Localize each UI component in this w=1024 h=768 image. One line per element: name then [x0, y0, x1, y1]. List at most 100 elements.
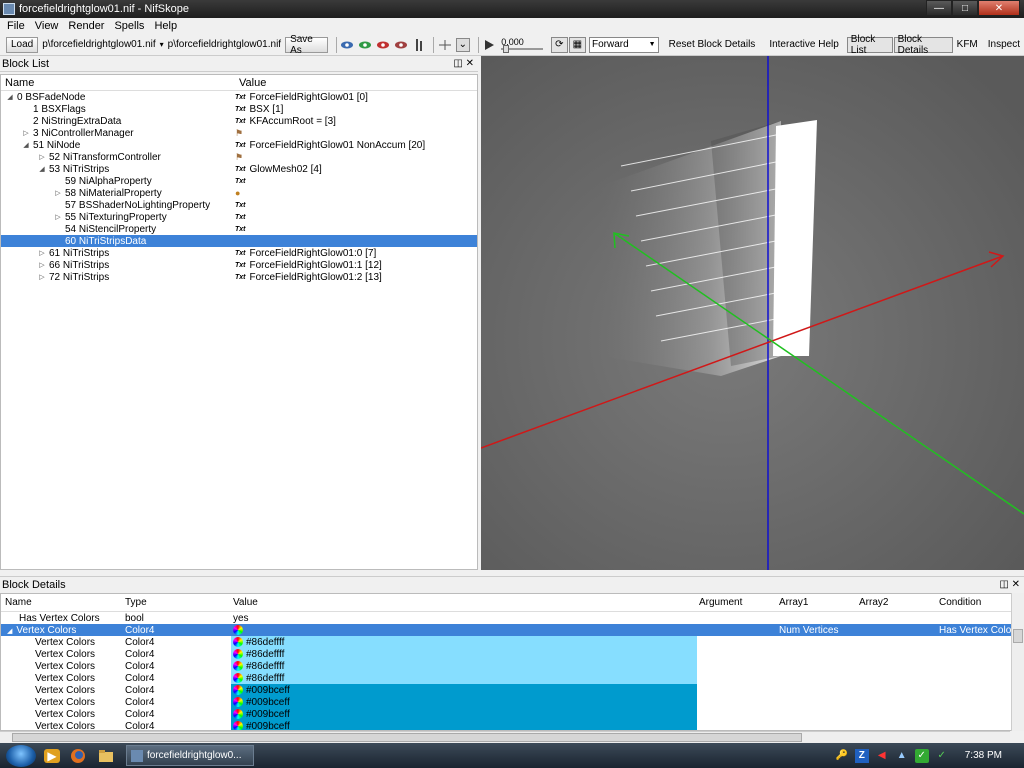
clock[interactable]: 7:38 PM — [965, 750, 1002, 761]
tree-row[interactable]: 54 NiStencilProperty Txt — [1, 223, 477, 235]
minimize-button[interactable]: — — [926, 0, 952, 16]
column-value[interactable]: Value — [231, 597, 697, 609]
color-wheel-icon[interactable] — [233, 661, 243, 671]
collapsed-arrow-icon[interactable]: ▷ — [37, 261, 47, 269]
color-wheel-icon[interactable] — [233, 721, 243, 730]
details-row[interactable]: Vertex Colors Color4 #009bceff — [1, 696, 1023, 708]
inspect-button[interactable]: Inspect — [988, 39, 1020, 50]
details-row[interactable]: Vertex Colors Color4 #86deffff — [1, 660, 1023, 672]
anim-mode-select[interactable]: Forward ▼ — [589, 36, 659, 53]
tree-row[interactable]: ◢ 0 BSFadeNode Txt ForceFieldRightGlow01 [0… — [1, 91, 477, 103]
block-details-table[interactable]: Name Type Value Argument Array1 Array2 C… — [0, 593, 1024, 731]
tree-row[interactable]: ◢ 51 NiNode Txt ForceFieldRightGlow01 NonAc… — [1, 139, 477, 151]
loop-icon[interactable]: ⟳ — [551, 36, 568, 53]
tree-row[interactable]: 57 BSShaderNoLightingProperty Txt — [1, 199, 477, 211]
media-player-icon[interactable]: ▶ — [44, 748, 60, 763]
color-wheel-icon[interactable] — [233, 709, 243, 719]
color-wheel-icon[interactable] — [233, 649, 243, 659]
load-button[interactable]: Load — [6, 36, 39, 53]
details-row-value[interactable]: yes — [231, 612, 697, 624]
folder-icon[interactable] — [96, 747, 116, 765]
time-slider[interactable]: 0.000 — [499, 37, 545, 53]
axis-center-icon[interactable] — [438, 38, 452, 52]
details-row[interactable]: Vertex Colors Color4 #86deffff — [1, 636, 1023, 648]
menu-help[interactable]: Help — [149, 20, 182, 32]
expanded-arrow-icon[interactable]: ◢ — [21, 141, 31, 149]
details-row[interactable]: Vertex Colors Color4 #009bceff — [1, 684, 1023, 696]
details-row[interactable]: ◢ Vertex Colors Color4 Num Vertices Has Vert… — [1, 624, 1023, 636]
details-row-value[interactable]: #009bceff — [231, 720, 697, 730]
render-viewport[interactable] — [481, 56, 1024, 570]
collapsed-arrow-icon[interactable]: ▷ — [37, 153, 47, 161]
color-wheel-icon[interactable] — [233, 625, 243, 635]
kfm-button[interactable]: KFM — [957, 39, 978, 50]
shield-check-icon[interactable]: ✓ — [935, 749, 949, 763]
tree-row[interactable]: ▷ 66 NiTriStrips Txt ForceFieldRightGlow01:… — [1, 259, 477, 271]
scroll-thumb[interactable] — [12, 733, 802, 742]
view-user-icon[interactable] — [394, 38, 408, 52]
menu-view[interactable]: View — [30, 20, 64, 32]
view-top-icon[interactable] — [340, 38, 354, 52]
column-name[interactable]: Name — [1, 597, 123, 608]
view-side-icon[interactable] — [376, 38, 390, 52]
z-app-icon[interactable]: Z — [854, 748, 869, 763]
collapsed-arrow-icon[interactable]: ▷ — [53, 213, 63, 221]
collapsed-arrow-icon[interactable]: ▷ — [21, 129, 31, 137]
tree-row[interactable]: ◢ 53 NiTriStrips Txt GlowMesh02 [4] — [1, 163, 477, 175]
tree-row[interactable]: ▷ 52 NiTransformController ⚑ — [1, 151, 477, 163]
column-array2[interactable]: Array2 — [857, 597, 937, 608]
tree-row[interactable]: 59 NiAlphaProperty Txt — [1, 175, 477, 187]
tree-row[interactable]: 2 NiStringExtraData Txt KFAccumRoot = [3] — [1, 115, 477, 127]
menu-file[interactable]: File — [2, 20, 30, 32]
color-wheel-icon[interactable] — [233, 673, 243, 683]
details-row[interactable]: Vertex Colors Color4 #86deffff — [1, 648, 1023, 660]
interactive-help-button[interactable]: Interactive Help — [769, 39, 838, 50]
walk-icon[interactable] — [412, 38, 424, 52]
start-button[interactable] — [6, 744, 36, 767]
key-icon[interactable]: 🔑 — [835, 749, 849, 763]
color-wheel-icon[interactable] — [233, 697, 243, 707]
color-wheel-icon[interactable] — [233, 637, 243, 647]
menu-render[interactable]: Render — [63, 20, 109, 32]
details-row-value[interactable]: #86deffff — [231, 660, 697, 672]
details-horizontal-scrollbar[interactable] — [0, 731, 1010, 743]
tree-row[interactable]: 1 BSXFlags Txt BSX [1] — [1, 103, 477, 115]
details-row[interactable]: Vertex Colors Color4 #86deffff — [1, 672, 1023, 684]
details-row-value[interactable] — [231, 624, 697, 636]
column-name[interactable]: Name — [1, 77, 235, 89]
collapsed-arrow-icon[interactable]: ▷ — [53, 189, 63, 197]
block-details-toggle[interactable]: Block Details — [893, 34, 953, 56]
column-type[interactable]: Type — [123, 597, 231, 608]
tree-row[interactable]: ▷ 55 NiTexturingProperty Txt — [1, 211, 477, 223]
scroll-thumb[interactable] — [1013, 629, 1023, 643]
details-vertical-scrollbar[interactable] — [1011, 593, 1024, 731]
maximize-button[interactable]: □ — [952, 0, 978, 16]
expanded-arrow-icon[interactable]: ◢ — [5, 93, 15, 101]
reset-block-details-button[interactable]: Reset Block Details — [669, 39, 756, 50]
details-row-value[interactable]: #009bceff — [231, 684, 697, 696]
slider-handle[interactable] — [503, 44, 510, 53]
tree-row[interactable]: ▷ 61 NiTriStrips Txt ForceFieldRightGlow01:… — [1, 247, 477, 259]
volume-icon[interactable]: ◀ — [875, 749, 889, 763]
details-row[interactable]: Has Vertex Colors bool yes — [1, 612, 1023, 624]
details-row-value[interactable]: #009bceff — [231, 696, 697, 708]
collapsed-arrow-icon[interactable]: ▷ — [37, 273, 47, 281]
details-row-value[interactable]: #86deffff — [231, 672, 697, 684]
details-row-value[interactable]: #009bceff — [231, 708, 697, 720]
tree-row[interactable]: ▷ 72 NiTriStrips Txt ForceFieldRightGlow01:… — [1, 271, 477, 283]
tree-row[interactable]: 60 NiTriStripsData — [1, 235, 477, 247]
save-path-field[interactable]: p\forcefieldrightglow01.nif — [168, 39, 281, 50]
update-icon[interactable]: ✓ — [914, 748, 929, 763]
firefox-icon[interactable] — [68, 747, 88, 765]
column-condition[interactable]: Condition — [937, 597, 1015, 608]
column-array1[interactable]: Array1 — [777, 597, 857, 608]
panel-float-close-icon[interactable]: ◫ ✕ — [999, 579, 1024, 590]
load-path-field[interactable]: p\forcefieldrightglow01.nif — [42, 39, 155, 50]
save-as-button[interactable]: Save As — [285, 34, 328, 56]
block-list-tree[interactable]: Name Value ◢ 0 BSFadeNode Txt ForceFieldRig… — [0, 74, 478, 570]
dropdown-arrow-icon[interactable]: ▾ — [160, 40, 164, 49]
details-row[interactable]: Vertex Colors Color4 #009bceff — [1, 720, 1023, 730]
tree-row[interactable]: ▷ 3 NiControllerManager ⚑ — [1, 127, 477, 139]
block-list-toggle[interactable]: Block List — [846, 34, 893, 56]
menu-spells[interactable]: Spells — [109, 20, 149, 32]
